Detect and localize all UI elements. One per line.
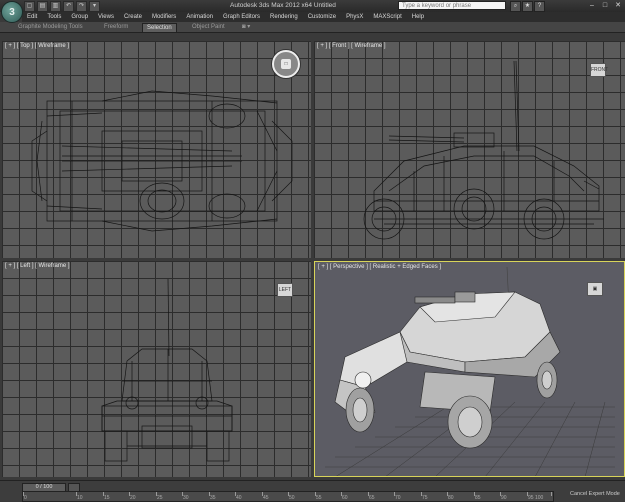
tab-freeform[interactable]: Freeform <box>100 23 132 31</box>
qat-dropdown-icon[interactable]: ▾ <box>89 1 100 12</box>
menu-physx[interactable]: PhysX <box>341 12 368 22</box>
viewcube-perspective-icon[interactable]: ▣ <box>587 282 603 296</box>
tick-label: 60 <box>342 495 348 501</box>
track-bar[interactable]: 0 10 15 20 25 30 35 40 45 50 55 60 65 70… <box>22 491 554 502</box>
menu-bar: Edit Tools Group Views Create Modifiers … <box>22 12 625 22</box>
tick-label: 75 <box>422 495 428 501</box>
tick-label: 100 <box>535 495 544 501</box>
search-input[interactable]: Type a keyword or phrase <box>398 1 506 10</box>
close-button[interactable]: ✕ <box>612 0 624 11</box>
menu-maxscript[interactable]: MAXScript <box>368 12 406 22</box>
status-bar: 0 / 100 0 10 15 20 25 30 35 40 45 50 55 … <box>0 480 625 502</box>
tick-label: 0 <box>24 495 27 501</box>
menu-graph-editors[interactable]: Graph Editors <box>218 12 265 22</box>
menu-views[interactable]: Views <box>93 12 119 22</box>
tick-label: 90 <box>501 495 507 501</box>
new-file-icon[interactable]: ▢ <box>24 1 35 12</box>
tick-label: 85 <box>475 495 481 501</box>
tick-label: 55 <box>316 495 322 501</box>
save-file-icon[interactable]: ▥ <box>50 1 61 12</box>
maximize-button[interactable]: □ <box>599 0 611 11</box>
tick-label: 95 <box>528 495 534 501</box>
menu-rendering[interactable]: Rendering <box>265 12 303 22</box>
undo-icon[interactable]: ↶ <box>63 1 74 12</box>
menu-edit[interactable]: Edit <box>22 12 42 22</box>
app-logo-icon[interactable]: 3 <box>1 1 23 23</box>
top-wireframe-model <box>31 90 293 232</box>
tick-label: 30 <box>183 495 189 501</box>
cancel-expert-mode-button[interactable]: Cancel Expert Mode <box>570 491 620 497</box>
tick-label: 25 <box>157 495 163 501</box>
tab-graphite-modeling-tools[interactable]: Graphite Modeling Tools <box>14 23 87 31</box>
tab-object-paint[interactable]: Object Paint <box>188 23 229 31</box>
search-icon[interactable]: ⌕ <box>510 1 521 12</box>
tick-label: 65 <box>369 495 375 501</box>
menu-animation[interactable]: Animation <box>181 12 218 22</box>
menu-tools[interactable]: Tools <box>42 12 66 22</box>
menu-help[interactable]: Help <box>407 12 429 22</box>
tab-selection[interactable]: Selection <box>142 23 177 33</box>
viewport-front[interactable]: [ + ] [ Front ] [ Wireframe ] FRONT <box>314 41 625 258</box>
redo-icon[interactable]: ↷ <box>76 1 87 12</box>
left-wireframe-model <box>101 278 233 462</box>
menu-customize[interactable]: Customize <box>303 12 341 22</box>
menu-modifiers[interactable]: Modifiers <box>147 12 181 22</box>
viewport-front-label[interactable]: [ + ] [ Front ] [ Wireframe ] <box>317 43 386 49</box>
help-icon[interactable]: ? <box>534 1 545 12</box>
window-title: Autodesk 3ds Max 2012 x64 Untitled <box>230 2 336 9</box>
viewport-left[interactable]: [ + ] [ Left ] [ Wireframe ] LEFT <box>2 261 311 477</box>
tick-label: 35 <box>210 495 216 501</box>
viewport-top-label[interactable]: [ + ] [ Top ] [ Wireframe ] <box>5 43 69 49</box>
tick-label: 50 <box>289 495 295 501</box>
tick-label: 45 <box>263 495 269 501</box>
perspective-shaded-model <box>325 266 615 476</box>
ribbon-bar: Graphite Modeling Tools Freeform Selecti… <box>0 22 625 33</box>
tick-label: 70 <box>395 495 401 501</box>
open-file-icon[interactable]: ▤ <box>37 1 48 12</box>
viewport-perspective-label[interactable]: [ + ] [ Perspective ] [ Realistic + Edge… <box>318 264 441 270</box>
ribbon-options-icon[interactable]: ◙ ▾ <box>238 23 254 31</box>
menu-group[interactable]: Group <box>66 12 93 22</box>
tick-label: 10 <box>77 495 83 501</box>
front-wireframe-model <box>363 60 604 240</box>
tick-label: 80 <box>448 495 454 501</box>
viewport-perspective[interactable]: [ + ] [ Perspective ] [ Realistic + Edge… <box>314 261 625 477</box>
menu-create[interactable]: Create <box>119 12 147 22</box>
tick-label: 40 <box>236 495 242 501</box>
title-bar: ▢ ▤ ▥ ↶ ↷ ▾ Autodesk 3ds Max 2012 x64 Un… <box>0 0 625 12</box>
subscription-icon[interactable]: ★ <box>522 1 533 12</box>
minimize-button[interactable]: – <box>586 0 598 11</box>
viewport-left-label[interactable]: [ + ] [ Left ] [ Wireframe ] <box>5 263 70 269</box>
tick-label: 15 <box>104 495 110 501</box>
viewport-top[interactable]: [ + ] [ Top ] [ Wireframe ] □ <box>2 41 311 258</box>
tick-label: 20 <box>130 495 136 501</box>
quick-access-toolbar: ▢ ▤ ▥ ↶ ↷ ▾ <box>24 1 100 12</box>
